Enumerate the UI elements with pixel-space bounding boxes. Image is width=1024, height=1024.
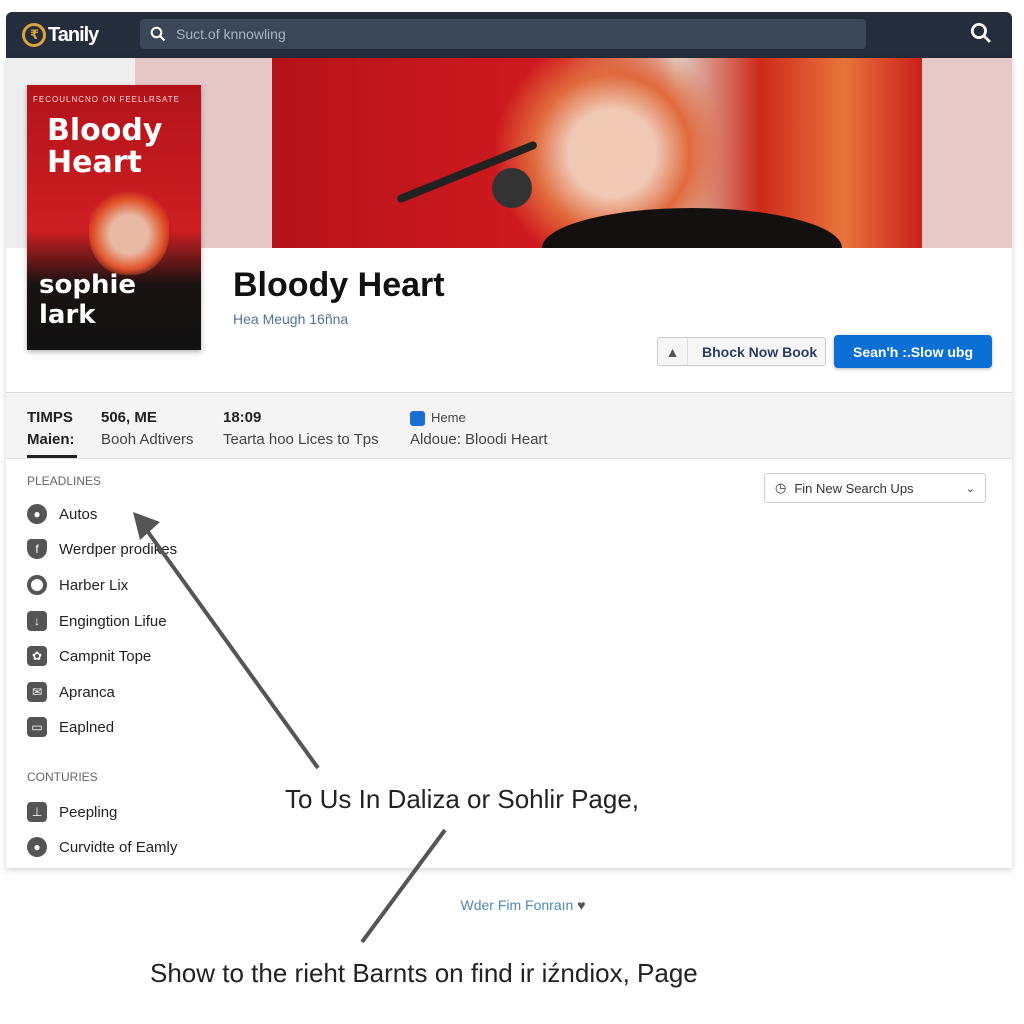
annotation-text: To Us In Daliza or Sohlir Page, — [284, 784, 640, 814]
pointer-line — [360, 828, 447, 944]
heart-icon: ♥ — [577, 897, 586, 913]
footer-link[interactable]: Wder Fim Fonraın ♥ — [0, 897, 1024, 913]
annotation-arrows — [133, 512, 447, 944]
caption: Show to the rieht Barnts on find ir iźnd… — [150, 958, 698, 988]
arrowhead — [133, 512, 160, 540]
arrow-line — [146, 530, 320, 770]
